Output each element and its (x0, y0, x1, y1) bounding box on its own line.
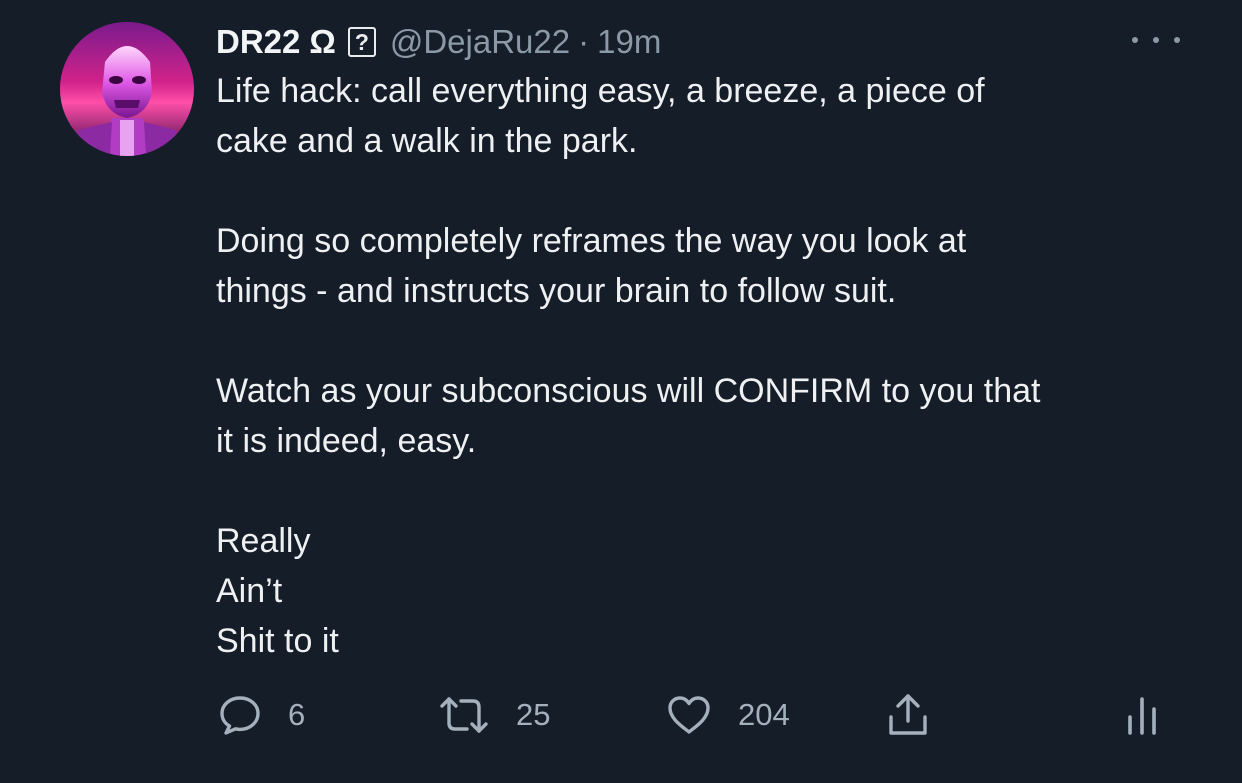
share-icon (889, 694, 927, 735)
avatar[interactable] (60, 22, 194, 156)
terminator-avatar-image (60, 22, 194, 156)
tweet-paragraph: Watch as your subconscious will CONFIRM … (216, 366, 1206, 466)
timestamp[interactable]: 19m (597, 23, 661, 61)
display-name[interactable]: DR22 (216, 23, 300, 61)
reply-icon (220, 696, 260, 735)
retweet-icon (440, 697, 488, 733)
text-line: Watch as your subconscious will CONFIRM … (216, 372, 1041, 410)
text-line: Ain’t (216, 572, 283, 610)
analytics-icon (1128, 697, 1156, 735)
unknown-glyph-box: ? (347, 27, 376, 57)
like-button[interactable]: 204 (666, 690, 790, 740)
more-dots-icon[interactable] (1132, 30, 1180, 50)
action-bar: 6 25 204 (216, 690, 1176, 740)
reply-button[interactable]: 6 (218, 690, 305, 740)
user-handle[interactable]: @DejaRu22 (390, 23, 570, 61)
text-line: Doing so completely reframes the way you… (216, 222, 967, 260)
separator-dot: · (578, 23, 590, 60)
text-line: it is indeed, easy. (216, 422, 477, 460)
reply-count: 6 (288, 697, 306, 732)
tweet-header: DR22 Ω ? @DejaRu22 · 19m (216, 18, 661, 66)
text-line: Shit to it (216, 622, 339, 660)
text-line: cake and a walk in the park. (216, 122, 638, 160)
more-dot (1174, 37, 1180, 43)
heart-icon (668, 696, 710, 734)
tweet-card[interactable]: DR22 Ω ? @DejaRu22 · 19m Life hack: call… (0, 0, 1242, 783)
text-line: Life hack: call everything easy, a breez… (216, 72, 985, 110)
tweet-paragraph: Really Ain’t Shit to it (216, 516, 1206, 666)
more-dot (1132, 37, 1138, 43)
share-button[interactable] (886, 690, 930, 740)
name-symbol: Ω (309, 23, 336, 60)
retweet-button[interactable]: 25 (438, 690, 550, 740)
tweet-paragraph: Doing so completely reframes the way you… (216, 216, 1206, 316)
like-count: 204 (738, 697, 790, 732)
analytics-button[interactable] (1122, 690, 1162, 740)
retweet-count: 25 (516, 697, 551, 732)
tweet-text: Life hack: call everything easy, a breez… (216, 66, 1206, 666)
text-line: Really (216, 522, 311, 560)
text-line: things - and instructs your brain to fol… (216, 272, 897, 310)
more-dot (1153, 37, 1159, 43)
tweet-paragraph: Life hack: call everything easy, a breez… (216, 66, 1206, 166)
